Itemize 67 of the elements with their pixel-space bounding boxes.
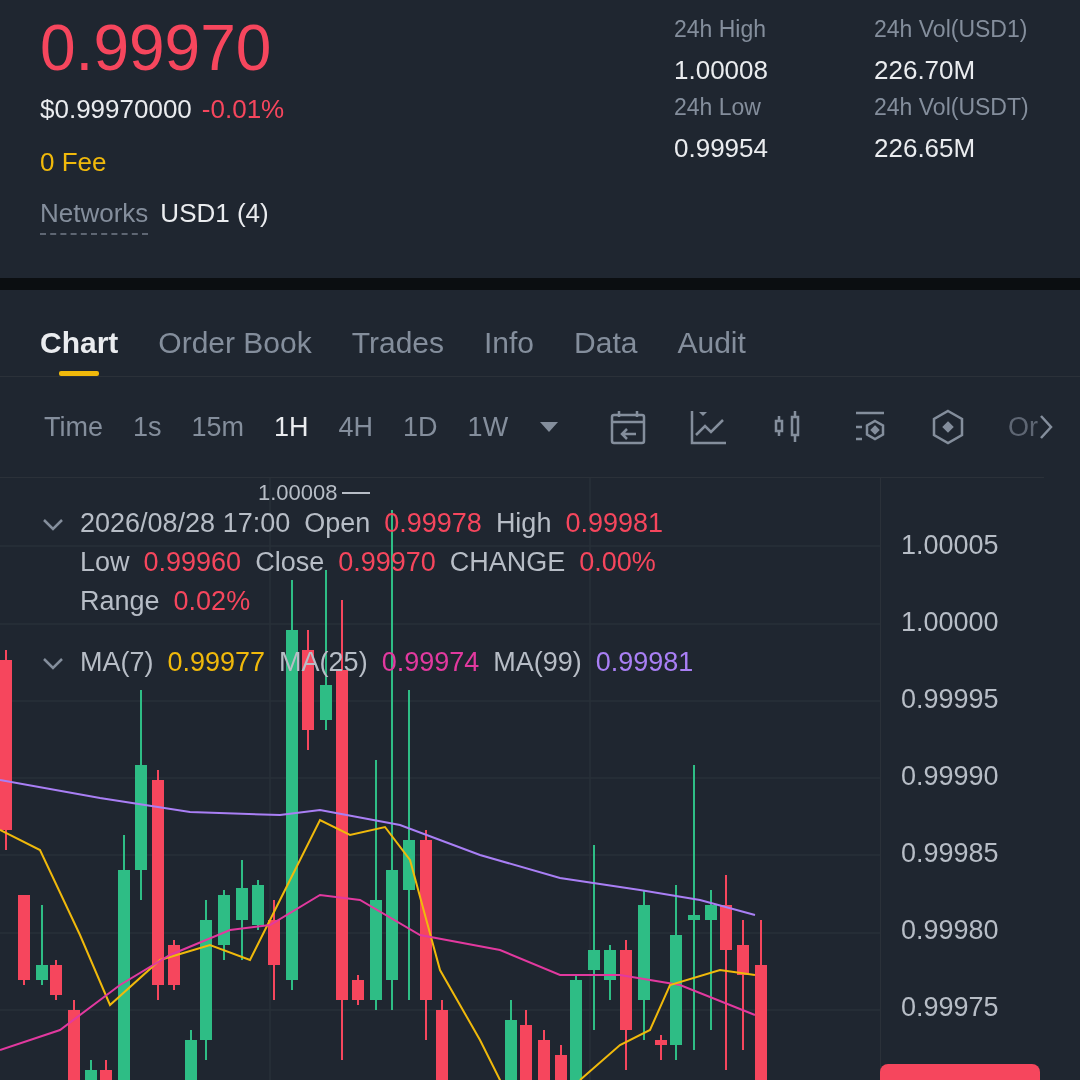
tab[interactable]: Chart <box>40 326 119 376</box>
networks-value: USD1 (4) <box>160 198 269 229</box>
tab[interactable]: Trades <box>351 326 444 376</box>
candlestick <box>538 1029 550 1080</box>
interval-tab[interactable]: 1s <box>133 411 162 443</box>
ma-value: 0.99981 <box>595 647 694 678</box>
interval-tab[interactable]: 4H <box>338 411 374 443</box>
ohlc-label: Close <box>255 547 325 578</box>
ma-label: MA(7) <box>80 647 154 678</box>
last-price: 0.99970 <box>40 14 273 82</box>
tab[interactable]: Audit <box>677 326 746 376</box>
interval-tab[interactable]: 15m <box>191 411 245 443</box>
candlestick <box>604 944 616 1001</box>
marker-line-icon <box>341 491 370 495</box>
ohlc-label: High <box>495 508 552 539</box>
stat-label: 24h Low <box>674 94 762 121</box>
fee-label: 0 Fee <box>40 147 107 178</box>
stat-value: 0.99954 <box>674 133 769 164</box>
price-axis-label: 0.99990 <box>901 761 1000 792</box>
interval-tab[interactable]: 1D <box>403 411 438 443</box>
price-axis-label: 1.00005 <box>901 530 1000 561</box>
ohlc-label: Open <box>304 508 371 539</box>
ma-value: 0.99977 <box>167 647 266 678</box>
candlestick <box>85 1059 97 1080</box>
candlestick <box>185 1029 197 1080</box>
ohlc-value: 0.02% <box>173 586 251 617</box>
candle-datetime: 2026/08/28 17:00 <box>80 508 291 539</box>
candlestick <box>168 939 180 991</box>
interval-tab[interactable]: 1W <box>467 411 509 443</box>
usd-price: $0.99970000 <box>40 94 192 125</box>
stat-value: 226.70M <box>874 55 977 86</box>
ohlc-value: 0.00% <box>579 547 656 578</box>
price-axis-label: 0.99985 <box>901 838 1000 869</box>
stat-label: 24h High <box>674 16 768 43</box>
stat-label: 24h Vol(USDT) <box>874 94 1030 121</box>
price-axis-label: 0.99980 <box>901 915 1000 946</box>
price-axis-label: 0.99995 <box>901 684 1000 715</box>
candlestick <box>252 879 264 931</box>
stat-label: 24h Vol(USD1) <box>874 16 1029 43</box>
tab[interactable]: Info <box>484 326 535 376</box>
tab[interactable]: Data <box>574 326 638 376</box>
ohlc-label: Low <box>80 547 130 578</box>
interval-tab[interactable]: 1H <box>274 411 309 443</box>
candlestick <box>352 974 364 1006</box>
ohlc-label: Range <box>80 586 160 617</box>
stat-value: 1.00008 <box>674 55 769 86</box>
toolbar-overflow-text: Or <box>1008 411 1039 443</box>
networks-label[interactable]: Networks <box>40 198 149 235</box>
chevron-right-icon[interactable] <box>1038 413 1055 441</box>
high-marker-label: 1.00008 <box>258 480 338 506</box>
stat-value: 226.65M <box>874 133 977 164</box>
candlestick <box>520 1009 532 1080</box>
ohlc-value: 0.99960 <box>143 547 242 578</box>
ohlc-label: CHANGE <box>449 547 566 578</box>
ohlc-value: 0.99981 <box>565 508 663 539</box>
price-change: -0.01% <box>201 94 285 125</box>
candlestick <box>218 889 230 961</box>
candlestick <box>655 1034 667 1061</box>
candlestick <box>100 1059 112 1080</box>
dropdown-caret-icon[interactable] <box>538 420 561 434</box>
candlestick <box>555 1044 567 1080</box>
ma-label: MA(99) <box>493 647 582 678</box>
price-axis-label: 1.00000 <box>901 607 1000 638</box>
candlestick <box>50 959 62 1001</box>
price-axis-label: 0.99975 <box>901 992 1000 1023</box>
time-label: Time <box>44 411 103 443</box>
tab[interactable]: Order Book <box>158 326 312 376</box>
